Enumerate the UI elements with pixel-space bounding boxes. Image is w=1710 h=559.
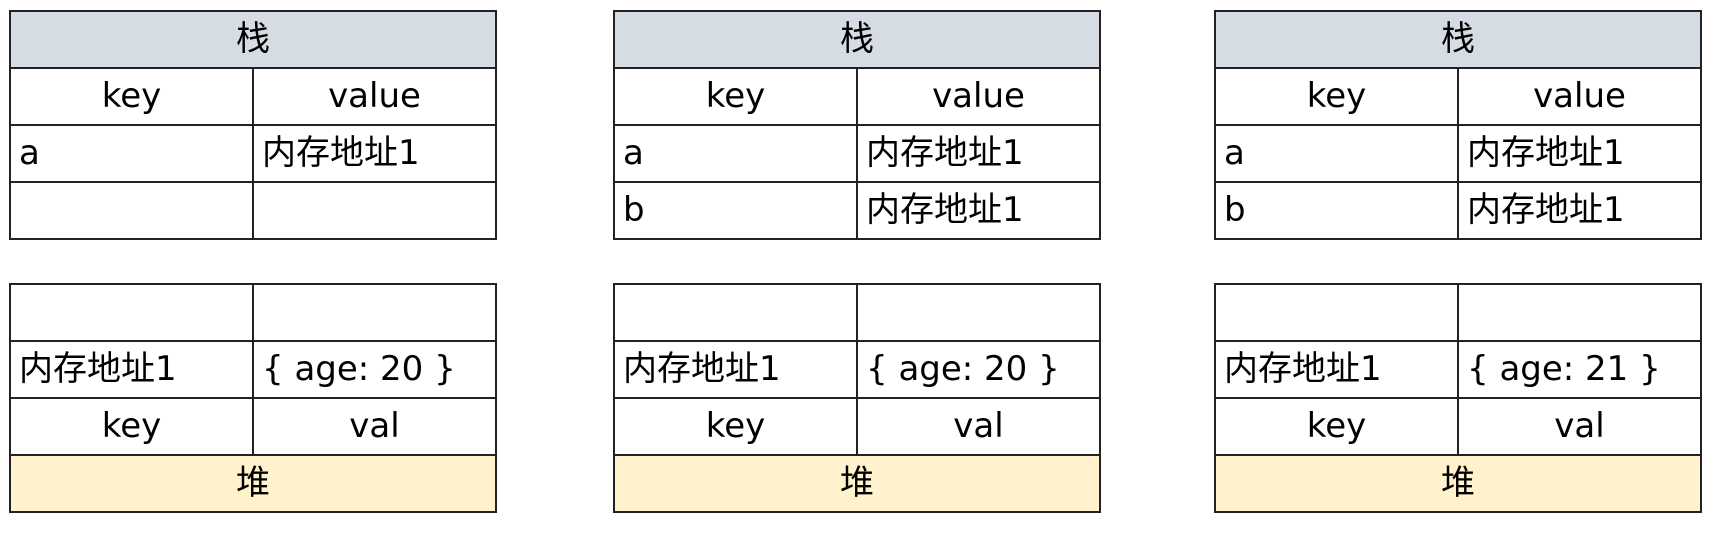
- stack-cell-value: 内存地址1: [856, 181, 1101, 240]
- heap-title: 堆: [1214, 454, 1702, 513]
- heap-table-3: 内存地址1 { age: 21 } key val 堆: [1214, 283, 1702, 513]
- stack-cell-value: 内存地址1: [856, 124, 1101, 183]
- stack-cell-key: a: [9, 124, 254, 183]
- stack-title: 栈: [9, 10, 497, 69]
- heap-cell-val: [252, 283, 497, 342]
- stack-header-value: value: [856, 67, 1101, 126]
- stack-header-value: value: [1457, 67, 1702, 126]
- stack-cell-key: [9, 181, 254, 240]
- stack-header-key: key: [9, 67, 254, 126]
- heap-table-1: 内存地址1 { age: 20 } key val 堆: [9, 283, 497, 513]
- stack-table-3: 栈 key value a 内存地址1 b 内存地址1: [1214, 10, 1702, 240]
- stack-cell-value: [252, 181, 497, 240]
- heap-header-val: val: [856, 397, 1101, 456]
- heap-cell-key: [9, 283, 254, 342]
- heap-cell-val: { age: 20 }: [252, 340, 497, 399]
- stack-header-key: key: [1214, 67, 1459, 126]
- heap-cell-val: { age: 21 }: [1457, 340, 1702, 399]
- heap-title: 堆: [613, 454, 1101, 513]
- stack-cell-key: a: [613, 124, 858, 183]
- heap-table-2: 内存地址1 { age: 20 } key val 堆: [613, 283, 1101, 513]
- heap-cell-val: { age: 20 }: [856, 340, 1101, 399]
- heap-cell-val: [856, 283, 1101, 342]
- heap-cell-key: 内存地址1: [1214, 340, 1459, 399]
- heap-cell-key: [1214, 283, 1459, 342]
- stack-header-key: key: [613, 67, 858, 126]
- stack-cell-value: 内存地址1: [1457, 124, 1702, 183]
- stack-cell-value: 内存地址1: [1457, 181, 1702, 240]
- stack-table-1: 栈 key value a 内存地址1: [9, 10, 497, 240]
- stack-cell-key: a: [1214, 124, 1459, 183]
- heap-cell-val: [1457, 283, 1702, 342]
- stack-header-value: value: [252, 67, 497, 126]
- heap-header-val: val: [1457, 397, 1702, 456]
- heap-header-val: val: [252, 397, 497, 456]
- stack-cell-value: 内存地址1: [252, 124, 497, 183]
- heap-header-key: key: [1214, 397, 1459, 456]
- heap-cell-key: [613, 283, 858, 342]
- heap-header-key: key: [613, 397, 858, 456]
- stack-table-2: 栈 key value a 内存地址1 b 内存地址1: [613, 10, 1101, 240]
- stack-title: 栈: [1214, 10, 1702, 69]
- heap-cell-key: 内存地址1: [613, 340, 858, 399]
- heap-title: 堆: [9, 454, 497, 513]
- heap-cell-key: 内存地址1: [9, 340, 254, 399]
- heap-header-key: key: [9, 397, 254, 456]
- stack-cell-key: b: [613, 181, 858, 240]
- stack-title: 栈: [613, 10, 1101, 69]
- stack-cell-key: b: [1214, 181, 1459, 240]
